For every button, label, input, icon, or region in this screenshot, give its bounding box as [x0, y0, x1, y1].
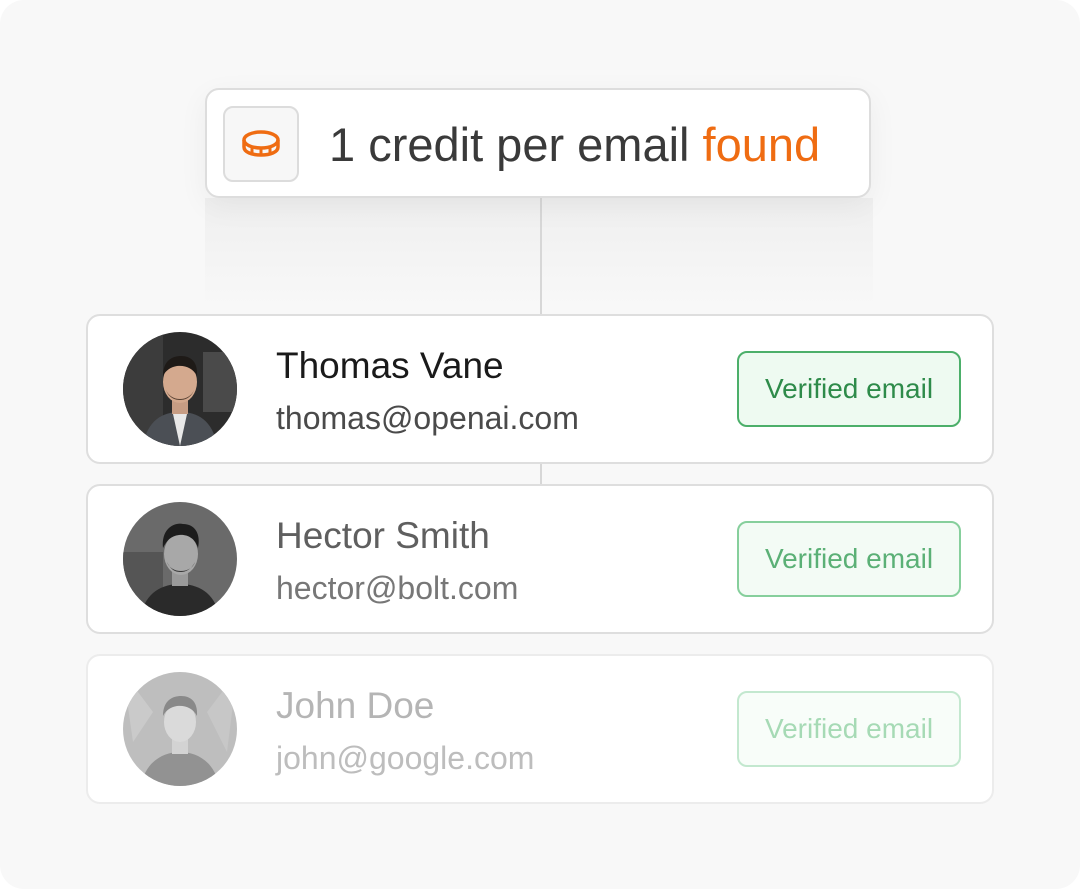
verified-email-badge: Verified email — [737, 691, 961, 767]
avatar — [123, 332, 237, 446]
contact-email: thomas@openai.com — [276, 400, 579, 436]
feature-panel: 1 credit per email found Thomas Vane tho… — [0, 0, 1080, 889]
connector-line — [540, 198, 542, 316]
credit-headline: 1 credit per email found — [329, 114, 820, 176]
verified-email-badge: Verified email — [737, 521, 961, 597]
contact-card[interactable]: John Doe john@google.com Verified email — [86, 654, 994, 804]
coin-icon-box — [223, 106, 299, 182]
credit-headline-main: 1 credit per email — [329, 118, 703, 171]
contact-card[interactable]: Hector Smith hector@bolt.com Verified em… — [86, 484, 994, 634]
avatar — [123, 672, 237, 786]
coin-icon — [242, 130, 280, 157]
contact-name: Thomas Vane — [276, 345, 504, 386]
contact-email: hector@bolt.com — [276, 570, 519, 606]
contact-name: Hector Smith — [276, 515, 490, 556]
credit-info-card: 1 credit per email found — [205, 88, 871, 198]
contact-email: john@google.com — [276, 740, 535, 776]
connector-line — [540, 462, 542, 486]
avatar — [123, 502, 237, 616]
contact-name: John Doe — [276, 685, 435, 726]
credit-headline-accent: found — [702, 118, 821, 171]
verified-email-badge: Verified email — [737, 351, 961, 427]
contact-card[interactable]: Thomas Vane thomas@openai.com Verified e… — [86, 314, 994, 464]
card-shadow — [205, 198, 873, 308]
